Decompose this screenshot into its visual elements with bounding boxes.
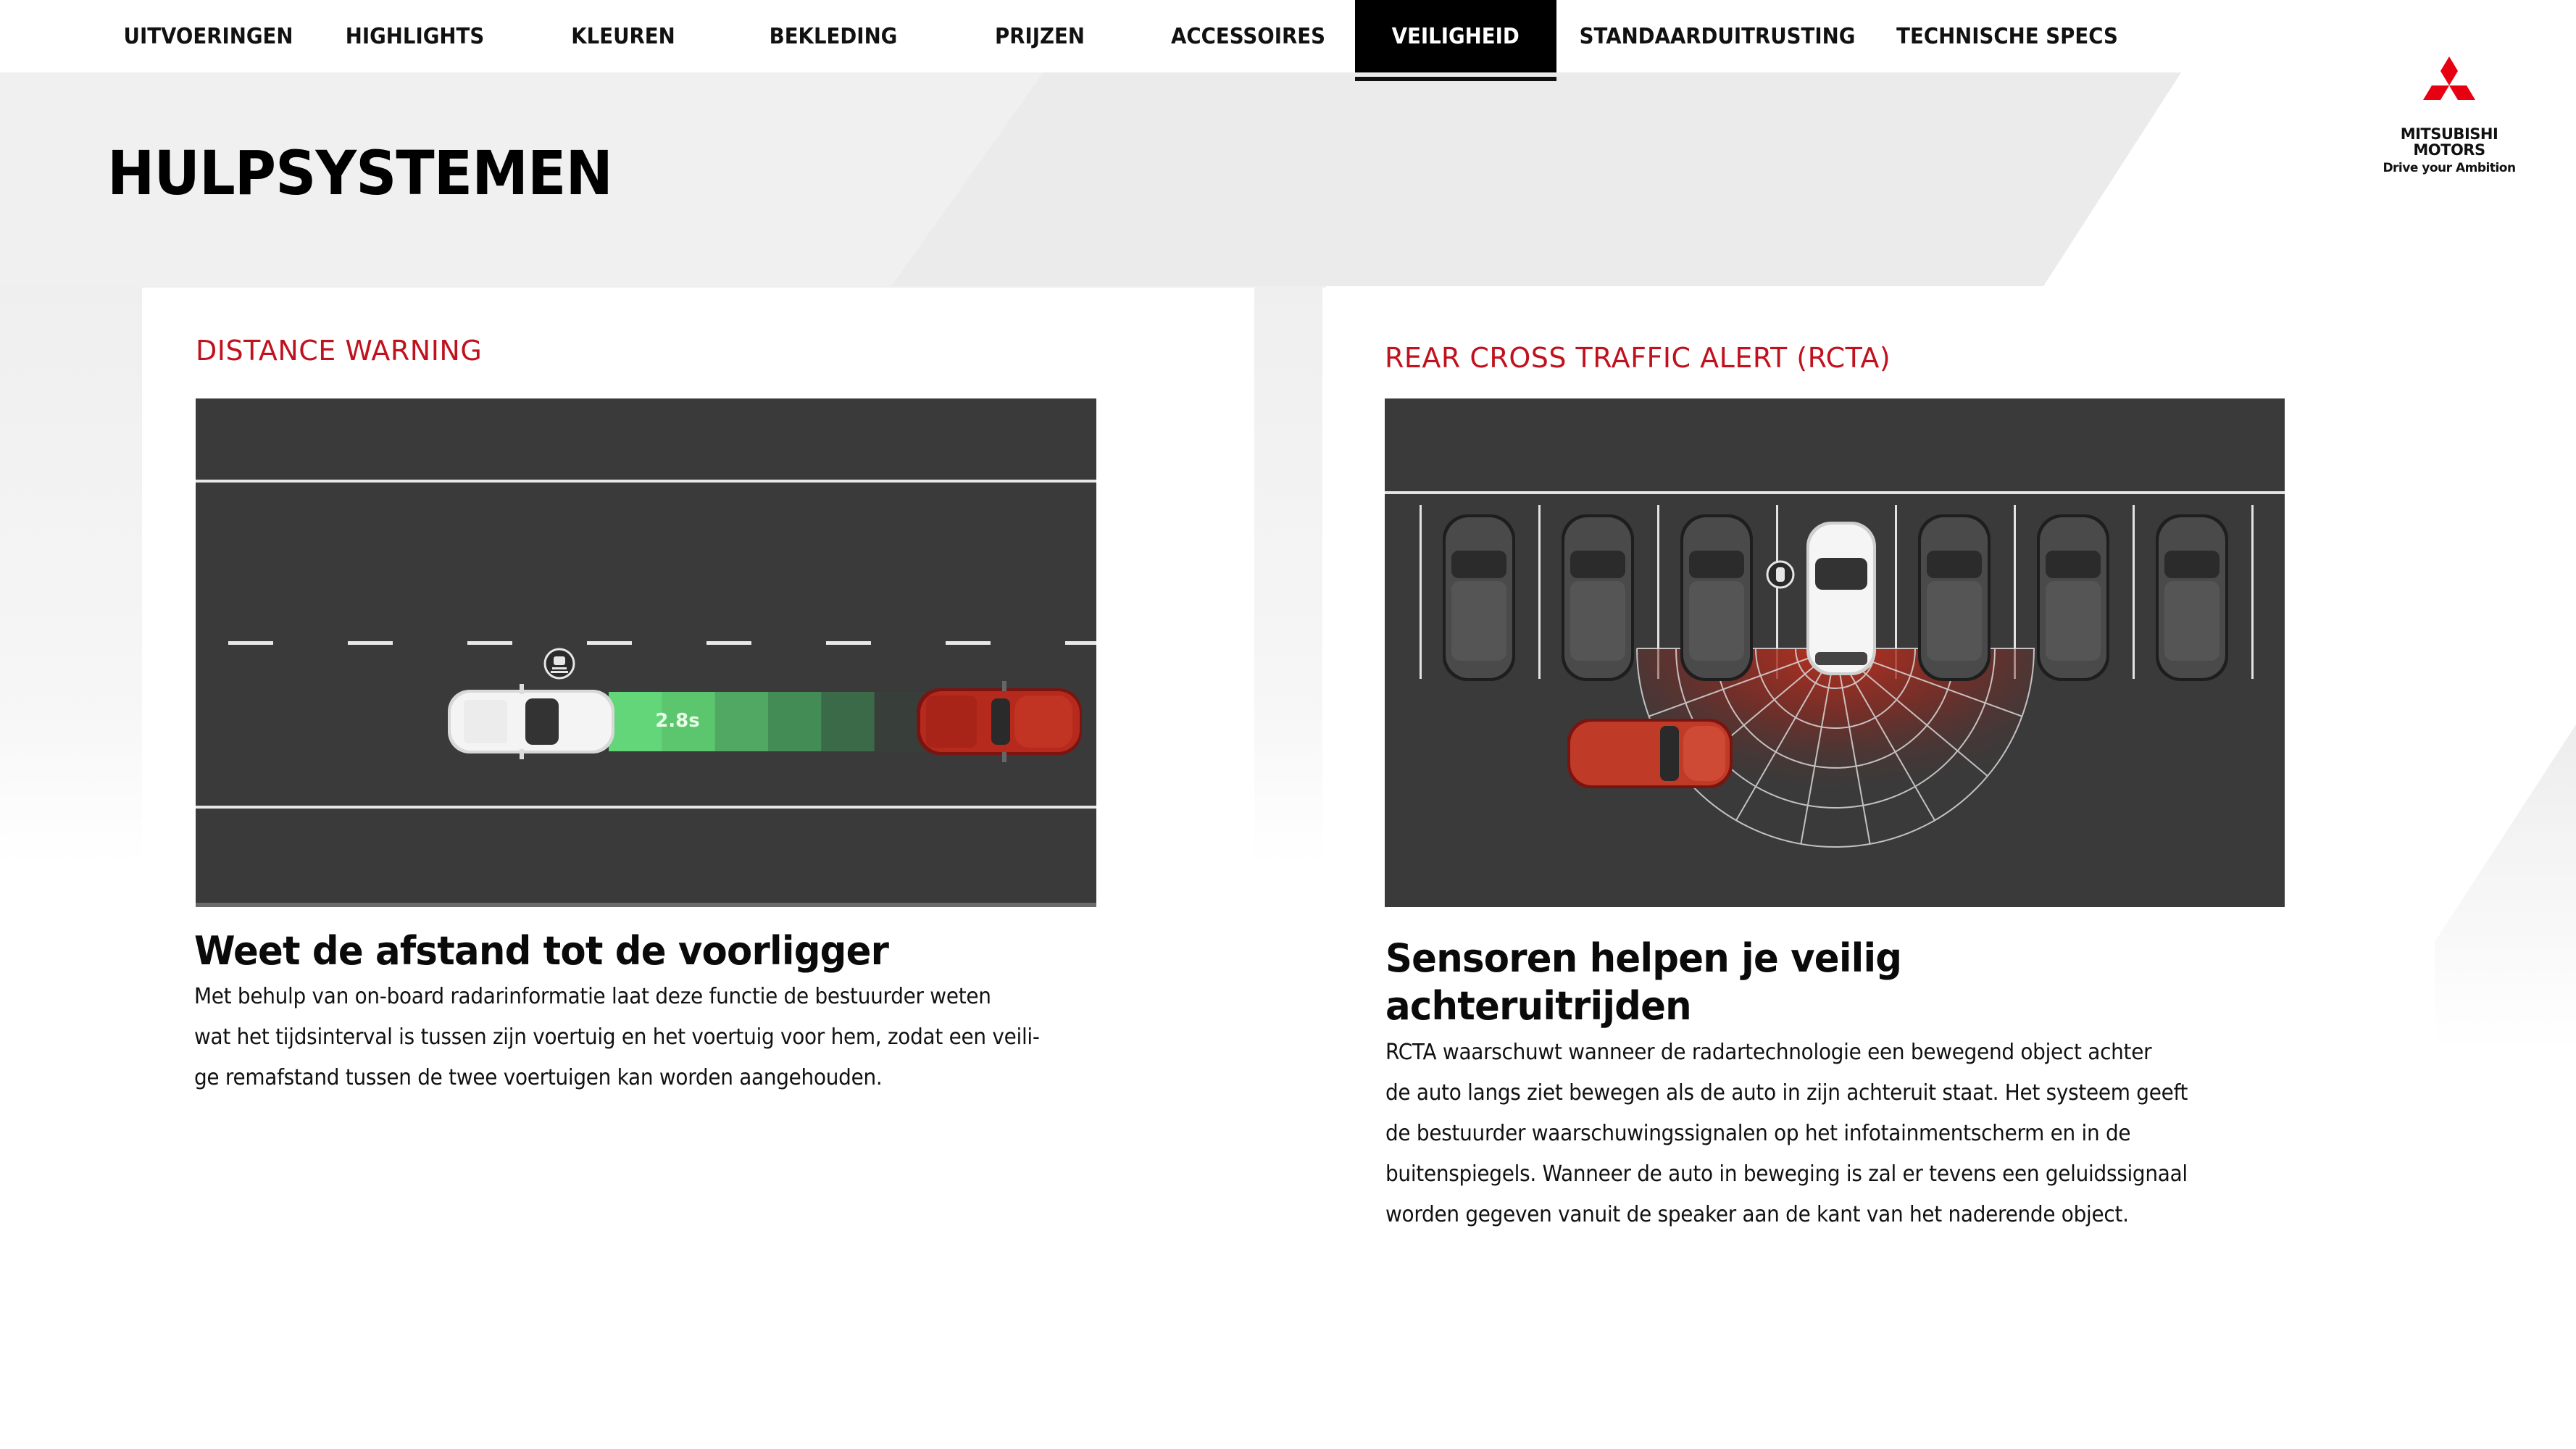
body-line: wat het tijdsinterval is tussen zijn voe… <box>194 1024 1040 1050</box>
time-gap-band <box>768 692 822 751</box>
nav-item-bekleding[interactable]: BEKLEDING <box>760 0 906 72</box>
body-line: ge remafstand tussen de twee voertuigen … <box>194 1065 883 1090</box>
own-car-white <box>448 684 614 759</box>
time-gap-label: 2.8s <box>655 710 700 732</box>
heading-line: achteruitrijden <box>1385 983 1692 1029</box>
nav-item-uitvoeringen[interactable]: UITVOERINGEN <box>123 0 293 72</box>
rcta-illustration <box>1385 398 2285 907</box>
nav-item-prijzen[interactable]: PRIJZEN <box>977 0 1104 72</box>
parking-divider <box>1420 505 1422 679</box>
lead-car-red <box>917 681 1082 762</box>
body-line: Met behulp van on-board radarinformatie … <box>194 984 991 1009</box>
feature-heading-rcta: Sensoren helpen je veilig achteruitrijde… <box>1385 935 1902 1030</box>
mitsubishi-logo[interactable]: MITSUBISHI MOTORS Drive your Ambition <box>2369 57 2529 175</box>
body-line: RCTA waarschuwt wanneer de radartechnolo… <box>1385 1040 2152 1065</box>
parked-car <box>1918 514 1991 681</box>
three-diamonds-icon <box>2423 57 2475 100</box>
feature-body-distance-warning: Met behulp van on-board radarinformatie … <box>194 977 1104 1098</box>
top-navigation: UITVOERINGEN HIGHLIGHTS KLEUREN BEKLEDIN… <box>0 0 2121 72</box>
rcta-sensor-icon <box>1766 560 1795 589</box>
parking-divider <box>2251 505 2254 679</box>
body-line: de auto langs ziet bewegen als de auto i… <box>1385 1080 2188 1106</box>
feature-label-distance-warning: DISTANCE WARNING <box>196 335 483 367</box>
distance-warning-icon <box>543 648 575 680</box>
nav-item-kleuren[interactable]: KLEUREN <box>557 0 690 72</box>
time-gap-band <box>821 692 875 751</box>
crossing-car-red <box>1567 719 1733 788</box>
parking-divider <box>1538 505 1541 679</box>
nav-item-veiligheid-label: VEILIGHEID <box>1391 23 1520 49</box>
brand-name-line2: MOTORS <box>2413 141 2485 159</box>
brand-name-line1: MITSUBISHI <box>2400 125 2498 143</box>
feature-label-rcta: REAR CROSS TRAFFIC ALERT (RCTA) <box>1385 342 1891 374</box>
feature-heading-distance-warning: Weet de afstand tot de voorligger <box>194 928 889 974</box>
parked-car <box>2156 514 2228 681</box>
active-tab-underline <box>1355 77 1556 81</box>
nav-item-accessoires[interactable]: ACCESSOIRES <box>1167 0 1330 72</box>
page-title: HULPSYSTEMEN <box>107 138 613 209</box>
lane-line-top <box>196 480 1096 483</box>
body-line: de bestuurder waarschuwingssignalen op h… <box>1385 1121 2131 1146</box>
nav-item-highlights[interactable]: HIGHLIGHTS <box>340 0 490 72</box>
nav-item-veiligheid[interactable]: VEILIGHEID <box>1355 0 1556 72</box>
parking-boundary-line <box>1385 491 2285 494</box>
feature-body-rcta: RCTA waarschuwt wanneer de radartechnolo… <box>1385 1032 2248 1235</box>
heading-line: Sensoren helpen je veilig <box>1385 935 1902 981</box>
nav-item-standaarduitrusting[interactable]: STANDAARDUITRUSTING <box>1580 0 1856 72</box>
parked-car <box>1680 514 1753 681</box>
distance-warning-illustration: 2.8s <box>196 398 1096 907</box>
reversing-car-white <box>1806 522 1876 675</box>
parked-car <box>1443 514 1515 681</box>
time-gap-band <box>609 692 663 751</box>
brand-tagline: Drive your Ambition <box>2383 161 2516 175</box>
parked-car <box>2037 514 2109 681</box>
parking-divider <box>2133 505 2135 679</box>
body-line: buitenspiegels. Wanneer de auto in beweg… <box>1385 1161 2188 1187</box>
body-line: worden gegeven vanuit de speaker aan de … <box>1385 1202 2129 1227</box>
parked-car <box>1562 514 1634 681</box>
time-gap-band <box>714 692 769 751</box>
nav-item-technische-specs[interactable]: TECHNISCHE SPECS <box>1893 0 2121 72</box>
lane-line-bottom <box>196 806 1096 809</box>
